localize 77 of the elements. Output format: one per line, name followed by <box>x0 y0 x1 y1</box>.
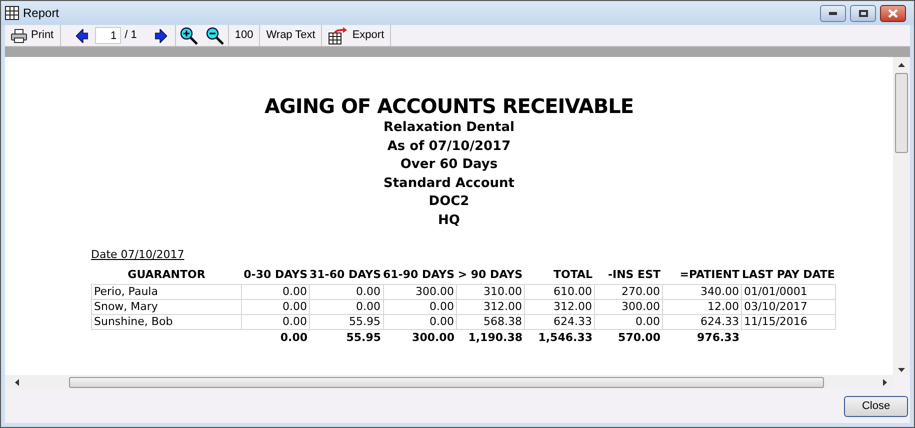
report-subtitle: As of 07/10/2017 <box>387 138 511 156</box>
report-subtitle: Relaxation Dental <box>384 119 514 137</box>
table-cell: 0.00 <box>310 284 383 299</box>
table-cell: 568.38 <box>456 314 524 329</box>
column-header: 61-90 DAYS <box>383 267 456 284</box>
report-subtitle: Over 60 Days <box>400 156 498 174</box>
total-cell: 1,546.33 <box>524 329 594 346</box>
scroll-left-icon[interactable] <box>15 378 19 386</box>
date-label: Date 07/10/2017 <box>91 248 184 261</box>
column-header: TOTAL <box>524 267 594 284</box>
minimize-button[interactable] <box>820 4 846 22</box>
table-cell: 610.00 <box>524 284 594 299</box>
column-header: 31-60 DAYS <box>310 267 383 284</box>
export-table-icon <box>328 26 348 44</box>
vertical-scrollbar[interactable] <box>893 57 910 375</box>
table-cell: 624.33 <box>524 314 594 329</box>
maximize-button[interactable] <box>850 4 876 22</box>
column-header: LAST PAY DATE <box>742 267 836 284</box>
printer-icon <box>11 28 27 42</box>
table-cell: 310.00 <box>456 284 524 299</box>
table-cell: 0.00 <box>242 299 310 314</box>
column-header: GUARANTOR <box>92 267 242 284</box>
page-field[interactable]: 1 <box>94 27 121 44</box>
right-arrow-icon <box>154 28 167 42</box>
table-cell: 0.00 <box>310 299 383 314</box>
zoom-out-icon <box>206 26 224 44</box>
table-cell: 55.95 <box>310 314 383 329</box>
page-count: / 1 <box>124 28 137 44</box>
toolbar-button[interactable]: 100 <box>228 25 260 46</box>
horizontal-scrollbar[interactable] <box>5 375 893 389</box>
report-subtitle: Standard Account <box>383 174 515 192</box>
column-header: 0-30 DAYS <box>242 267 310 284</box>
table-cell: 0.00 <box>242 284 310 299</box>
table-cell: 300.00 <box>383 284 456 299</box>
table-cell: 270.00 <box>594 284 662 299</box>
print-button[interactable]: Print <box>5 25 61 46</box>
table-cell: 12.00 <box>662 299 742 314</box>
column-header: > 90 DAYS <box>456 267 524 284</box>
report-subtitle: DOC2 <box>428 193 470 211</box>
table-cell: 312.00 <box>524 299 594 314</box>
scroll-thumb[interactable] <box>895 73 908 153</box>
close-icon[interactable] <box>880 4 906 22</box>
table-cell: 624.33 <box>662 314 742 329</box>
scroll-right-icon[interactable] <box>883 378 887 386</box>
total-cell: 570.00 <box>594 329 662 346</box>
table-cell: 11/15/2016 <box>742 314 836 329</box>
toolbar-button[interactable]: Wrap Text <box>260 25 322 46</box>
total-cell: 300.00 <box>383 329 456 346</box>
total-cell: 55.95 <box>310 329 383 346</box>
table-cell: Perio, Paula <box>92 284 242 299</box>
table-cell: 0.00 <box>383 299 456 314</box>
table-cell: 01/01/0001 <box>742 284 836 299</box>
zoom-in-icon <box>180 26 198 44</box>
left-arrow-icon <box>76 28 88 42</box>
scroll-up-icon[interactable] <box>898 63 905 67</box>
export-button[interactable]: Export <box>322 25 392 46</box>
scroll-down-icon[interactable] <box>898 368 905 372</box>
table-cell: 03/10/2017 <box>742 299 836 314</box>
table-cell: 312.00 <box>456 299 524 314</box>
total-cell: 0.00 <box>242 329 310 346</box>
scroll-thumb[interactable] <box>69 376 824 388</box>
column-header: -INS EST <box>594 267 662 284</box>
table-cell: Snow, Mary <box>92 299 242 314</box>
grid-icon <box>5 6 19 20</box>
table-cell: 340.00 <box>662 284 742 299</box>
table-cell: 0.00 <box>383 314 456 329</box>
table-cell: 300.00 <box>594 299 662 314</box>
total-cell: 976.33 <box>662 329 742 346</box>
window-title: Report <box>23 5 60 22</box>
report-title: AGING OF ACCOUNTS RECEIVABLE <box>264 93 634 119</box>
table-cell: 0.00 <box>594 314 662 329</box>
table-cell: 0.00 <box>242 314 310 329</box>
total-cell: 1,190.38 <box>456 329 524 346</box>
table-cell: Sunshine, Bob <box>92 314 242 329</box>
report-subtitle: HQ <box>438 212 460 230</box>
close-button[interactable]: Close <box>844 396 908 416</box>
column-header: =PATIENT <box>662 267 742 284</box>
